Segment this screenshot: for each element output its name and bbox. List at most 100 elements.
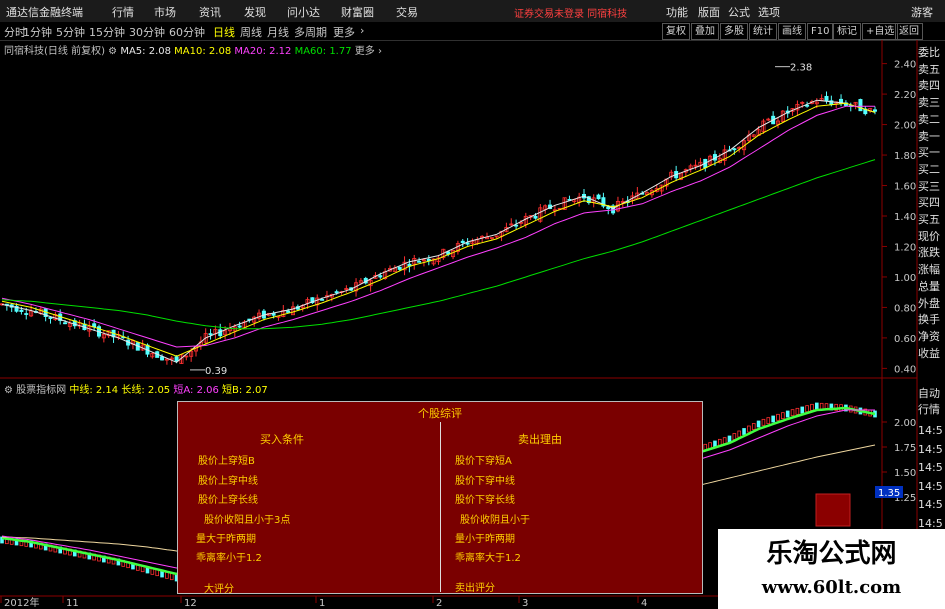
side-quote-label: 卖五 — [918, 62, 940, 76]
candle-body — [320, 298, 325, 301]
tick-time: 14:5 — [918, 516, 943, 530]
sub-ytick-label: 2.00 — [894, 418, 916, 429]
side-quote-label: 外盘 — [918, 296, 940, 310]
sub-candle — [722, 437, 727, 445]
sub-candle — [165, 571, 169, 579]
tick-time: 14:5 — [918, 442, 943, 456]
side-quote-label: 买四 — [918, 196, 940, 210]
side-quote-label: 涨跌 — [918, 246, 940, 260]
candle-body — [533, 215, 538, 219]
high-label: 2.38 — [790, 63, 812, 74]
sub-candle — [756, 420, 761, 428]
side-quote-label: 净资 — [918, 329, 940, 343]
xtick-label: 2012年 — [4, 596, 39, 609]
ytick-label: 1.60 — [894, 182, 916, 193]
ytick-label: 2.40 — [894, 60, 916, 71]
side-quote-label: 卖四 — [918, 79, 940, 93]
side-quote-label: 换手 — [918, 313, 940, 327]
side-quote-label: 买一 — [918, 146, 940, 160]
candle-body — [417, 260, 422, 263]
popup-title: 个股综评 — [418, 407, 462, 420]
site-watermark: 乐淘公式网 www.60lt.com — [718, 529, 945, 609]
side-quote-label: 涨幅 — [918, 263, 940, 277]
ytick-label: 0.80 — [894, 303, 916, 314]
tick-time: 14:5 — [918, 424, 943, 437]
candle-body — [160, 356, 165, 361]
x-axis: 2012年111212345 — [0, 596, 772, 609]
ma-line-ma5 — [1, 99, 876, 363]
sub-candle — [810, 403, 814, 411]
side-quote-label: 卖三 — [918, 96, 940, 110]
ytick-label: 2.00 — [894, 121, 916, 132]
ytick-label: 0.60 — [894, 334, 916, 345]
candle-body — [858, 99, 863, 112]
sell-item: 股价下穿短A — [455, 456, 512, 467]
price-tag: 1.35 — [878, 488, 900, 499]
sub-candle — [805, 405, 809, 413]
sell-header: 卖出理由 — [518, 433, 562, 446]
candle-body — [465, 242, 470, 245]
ma-lines — [1, 99, 876, 363]
candle-body — [824, 95, 829, 102]
xtick-label: 12 — [184, 598, 197, 609]
sub-candle — [727, 435, 732, 443]
side-quote-label: 委比 — [918, 46, 940, 59]
candle-body — [596, 194, 601, 200]
side-quote-label: 卖一 — [918, 129, 940, 143]
watermark-url: www.60lt.com — [761, 577, 902, 598]
tick-time: 14:5 — [918, 479, 943, 493]
side-quote-label: 买五 — [918, 213, 940, 226]
buy-item: 量大于昨两期 — [196, 534, 256, 545]
sub-candle — [169, 573, 174, 581]
ytick-label: 0.40 — [894, 364, 916, 375]
candle-body — [271, 313, 276, 316]
sub-ytick-label: 1.50 — [894, 468, 916, 479]
ytick-label: 1.20 — [894, 242, 916, 253]
candle-body — [378, 275, 383, 278]
tick-time: 14:5 — [918, 498, 943, 511]
volume-box — [815, 493, 851, 527]
candle-body — [48, 317, 53, 319]
candle-body — [514, 224, 519, 227]
buy-item: 大评分 — [204, 584, 234, 595]
sub-candle — [761, 418, 766, 426]
stock-evaluation-popup[interactable]: 个股综评 买入条件 卖出理由 股价上穿短B 股价上穿中线 股价上穿长线 股价收阳… — [177, 401, 703, 595]
buy-item: 乖离率小于1.2 — [196, 553, 262, 564]
tick-time: 14:5 — [918, 461, 943, 474]
sell-item: 股价下穿长线 — [455, 495, 515, 506]
sub-candle — [751, 423, 756, 430]
xtick-label: 1 — [319, 598, 325, 609]
sub-candle — [742, 428, 746, 435]
candle-body — [208, 333, 213, 336]
buy-item: 股价收阳且小于3点 — [204, 515, 291, 526]
buy-item: 股价上穿中线 — [198, 476, 258, 487]
candle-body — [174, 356, 179, 362]
candle-body — [19, 309, 24, 312]
side-quote-tab[interactable]: 行情 — [918, 401, 945, 417]
buy-item: 股价上穿短B — [198, 456, 255, 467]
xtick-label: 3 — [522, 598, 528, 609]
side-quote-label: 现价 — [918, 229, 940, 243]
candle-body — [237, 325, 242, 328]
candle-body — [397, 266, 402, 270]
sub-candle — [766, 417, 771, 425]
side-quote-label: 买二 — [918, 162, 940, 176]
sell-item: 卖出评分 — [455, 583, 495, 594]
candle-body — [732, 148, 737, 151]
candle-body — [63, 322, 68, 325]
sub-candle — [785, 410, 790, 418]
sub-ytick-label: 1.75 — [894, 443, 916, 454]
ytick-label: 1.40 — [894, 212, 916, 223]
side-quote-tab[interactable]: 自动 — [918, 385, 945, 401]
ytick-label: 2.20 — [894, 90, 916, 101]
candle-body — [805, 104, 810, 107]
side-quote-label: 总量 — [918, 279, 940, 293]
side-quote-label: 卖二 — [918, 112, 940, 126]
candle-body — [24, 313, 29, 315]
sell-item: 乖离率大于1.2 — [455, 553, 521, 564]
sub-candle — [800, 406, 805, 414]
sub-candle — [771, 415, 775, 423]
ytick-label: 1.00 — [894, 273, 916, 284]
candles — [0, 91, 878, 365]
low-label: 0.39 — [205, 366, 227, 377]
